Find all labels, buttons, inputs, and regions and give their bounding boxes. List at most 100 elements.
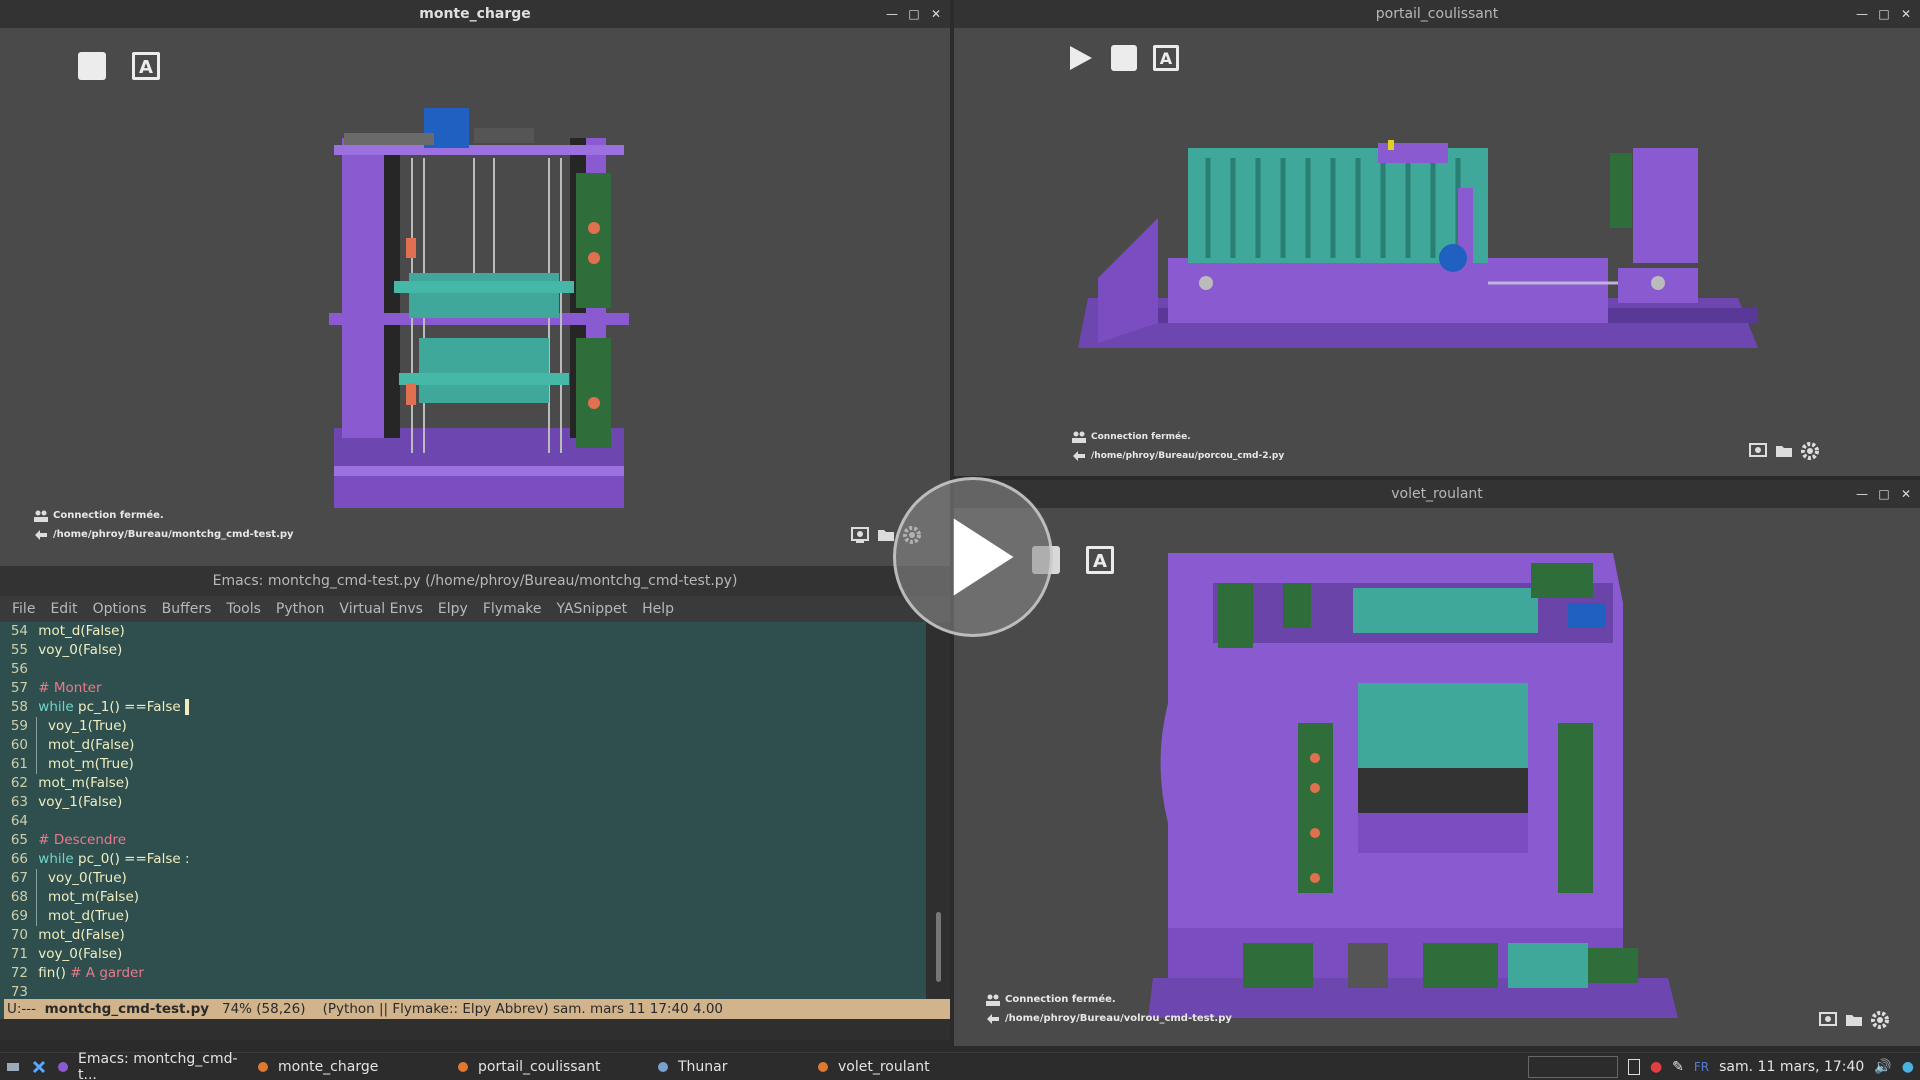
menu-item-python[interactable]: Python	[276, 601, 325, 617]
code-line[interactable]: 69 mot_d(True)	[0, 907, 926, 926]
taskbar-item[interactable]: Thunar	[646, 1053, 806, 1080]
code-text: # Descendre	[34, 831, 126, 850]
workspace-switcher[interactable]	[1527, 1056, 1618, 1078]
close-icon[interactable]: ✕	[930, 8, 942, 20]
folder-icon[interactable]	[876, 525, 896, 545]
editor-scrollbar[interactable]	[926, 622, 950, 1006]
echo-area	[0, 1019, 950, 1040]
users-icon	[986, 994, 1000, 1006]
code-line[interactable]: 67 voy_0(True)	[0, 869, 926, 888]
menu-item-virtual-envs[interactable]: Virtual Envs	[339, 601, 423, 617]
window-title: monte_charge	[0, 0, 950, 28]
indent-guide	[36, 717, 48, 736]
line-number: 62	[10, 775, 28, 791]
3d-viewport[interactable]: A Connection fermée. /home/phroy/Bureau/…	[958, 28, 1916, 472]
code-text: mot_d(False)	[34, 622, 124, 641]
code-editor[interactable]: 54 mot_d(False) 55 voy_0(False) 56 57 # Mo…	[0, 622, 926, 1006]
line-number: 65	[10, 832, 28, 848]
volume-icon[interactable]: 🔊	[1874, 1059, 1891, 1075]
svg-text:A: A	[1160, 49, 1173, 68]
modeline-state: U:---	[7, 1001, 45, 1017]
3d-viewport[interactable]: A Connection fermée. /home/phroy/Bureau/…	[4, 28, 946, 562]
record-icon[interactable]: ●	[1650, 1059, 1662, 1075]
blender-icon	[456, 1060, 470, 1074]
code-line[interactable]: 70 mot_d(False)	[0, 926, 926, 945]
code-line[interactable]: 57 # Monter	[0, 679, 926, 698]
status-panel: Connection fermée. /home/phroy/Bureau/mo…	[34, 506, 294, 544]
menu-item-tools[interactable]: Tools	[226, 601, 261, 617]
code-line[interactable]: 71 voy_0(False)	[0, 945, 926, 964]
xfce-menu-icon[interactable]	[32, 1060, 46, 1074]
folder-icon[interactable]	[1844, 1010, 1864, 1030]
scrollbar-thumb[interactable]	[936, 912, 941, 982]
minimize-icon[interactable]: —	[886, 8, 898, 20]
maximize-icon[interactable]: □	[1878, 488, 1890, 500]
monte-charge-window: monte_charge — □ ✕ A Connection fermée. …	[0, 0, 950, 566]
users-icon	[1072, 431, 1086, 443]
code-line[interactable]: 56	[0, 660, 926, 679]
close-icon[interactable]: ✕	[1900, 488, 1912, 500]
code-line[interactable]: 63 voy_1(False)	[0, 793, 926, 812]
screenshot-icon[interactable]	[850, 525, 870, 545]
video-play-overlay[interactable]	[893, 477, 1053, 637]
taskbar-item[interactable]: portail_coulissant	[446, 1053, 646, 1080]
code-text: mot_d(False)	[34, 926, 124, 945]
stop-button[interactable]	[76, 50, 108, 82]
script-path: /home/phroy/Bureau/volrou_cmd-test.py	[1005, 1013, 1232, 1024]
code-line[interactable]: 62 mot_m(False)	[0, 774, 926, 793]
auto-mode-button[interactable]: A	[1084, 544, 1116, 576]
code-text: mot_m(False)	[34, 888, 139, 907]
folder-icon[interactable]	[1774, 441, 1794, 461]
maximize-icon[interactable]: □	[1878, 8, 1890, 20]
play-button[interactable]	[1064, 42, 1096, 74]
menu-item-help[interactable]: Help	[642, 601, 674, 617]
code-line[interactable]: 66 while pc_0() ==False :	[0, 850, 926, 869]
taskbar-item[interactable]: volet_roulant	[806, 1053, 1006, 1080]
pen-icon[interactable]: ✎	[1672, 1059, 1684, 1075]
minimize-icon[interactable]: —	[1856, 8, 1868, 20]
code-text: while pc_0() ==False :	[34, 850, 189, 869]
rolling-shutter-model	[1148, 553, 1678, 1018]
menu-item-edit[interactable]: Edit	[50, 601, 77, 617]
code-token: voy_0(False)	[38, 946, 123, 962]
taskbar-item[interactable]: monte_charge	[246, 1053, 446, 1080]
screenshot-icon[interactable]	[1748, 441, 1768, 461]
menu-item-buffers[interactable]: Buffers	[162, 601, 212, 617]
line-number: 58	[10, 699, 28, 715]
keyboard-layout[interactable]: FR	[1694, 1060, 1709, 1074]
gear-icon[interactable]	[1800, 441, 1820, 461]
code-line[interactable]: 54 mot_d(False)	[0, 622, 926, 641]
menu-item-file[interactable]: File	[12, 601, 35, 617]
minimize-icon[interactable]: —	[1856, 488, 1868, 500]
stop-button[interactable]	[1108, 42, 1140, 74]
maximize-icon[interactable]: □	[908, 8, 920, 20]
code-line[interactable]: 59 voy_1(True)	[0, 717, 926, 736]
close-icon[interactable]: ✕	[1900, 8, 1912, 20]
network-icon[interactable]: ●	[1902, 1059, 1914, 1075]
connection-status: Connection fermée.	[1091, 431, 1191, 442]
code-line[interactable]: 61 mot_m(True)	[0, 755, 926, 774]
code-line[interactable]: 60 mot_d(False)	[0, 736, 926, 755]
code-line[interactable]: 64	[0, 812, 926, 831]
menu-item-flymake[interactable]: Flymake	[483, 601, 542, 617]
indent-guide	[36, 869, 48, 888]
menu-item-options[interactable]: Options	[93, 601, 147, 617]
auto-mode-button[interactable]: A	[130, 50, 162, 82]
menu-item-elpy[interactable]: Elpy	[438, 601, 468, 617]
menu-item-yasnippet[interactable]: YASnippet	[557, 601, 628, 617]
code-line[interactable]: 58 while pc_1() ==False	[0, 698, 926, 717]
3d-viewport[interactable]: A Connection fermée. /home/phroy/Bureau/…	[958, 508, 1916, 1042]
gear-icon[interactable]	[1870, 1010, 1890, 1030]
code-token: mot_d(False)	[48, 737, 135, 753]
screenshot-icon[interactable]	[1818, 1010, 1838, 1030]
clock[interactable]: sam. 11 mars, 17:40	[1719, 1059, 1864, 1075]
script-icon	[1072, 450, 1086, 462]
taskbar-item[interactable]: Emacs: montchg_cmd-t...	[46, 1051, 246, 1080]
code-line[interactable]: 65 # Descendre	[0, 831, 926, 850]
desktop-icon[interactable]	[6, 1060, 20, 1074]
code-line[interactable]: 55 voy_0(False)	[0, 641, 926, 660]
code-line[interactable]: 72 fin() # A garder	[0, 964, 926, 983]
clipboard-icon[interactable]	[1627, 1059, 1640, 1075]
auto-mode-button[interactable]: A	[1150, 42, 1182, 74]
code-line[interactable]: 68 mot_m(False)	[0, 888, 926, 907]
